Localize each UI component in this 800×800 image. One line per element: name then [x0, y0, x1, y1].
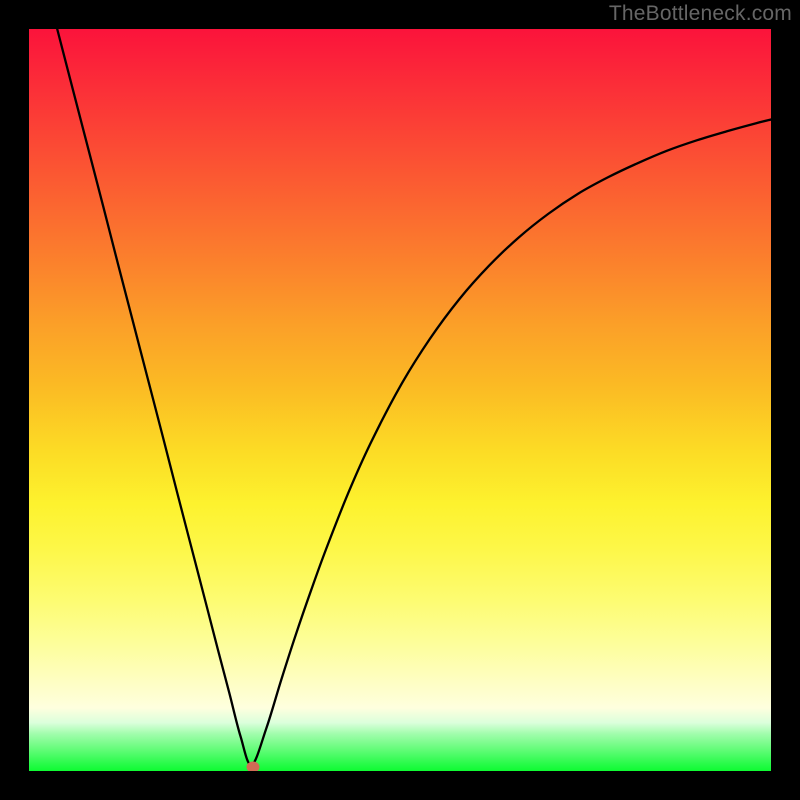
plot-area [29, 29, 771, 771]
watermark-text: TheBottleneck.com [609, 2, 792, 26]
origin-point-marker [247, 761, 260, 771]
bottleneck-curve [57, 29, 771, 765]
curve-layer [29, 29, 771, 771]
chart-frame: TheBottleneck.com [0, 0, 800, 800]
